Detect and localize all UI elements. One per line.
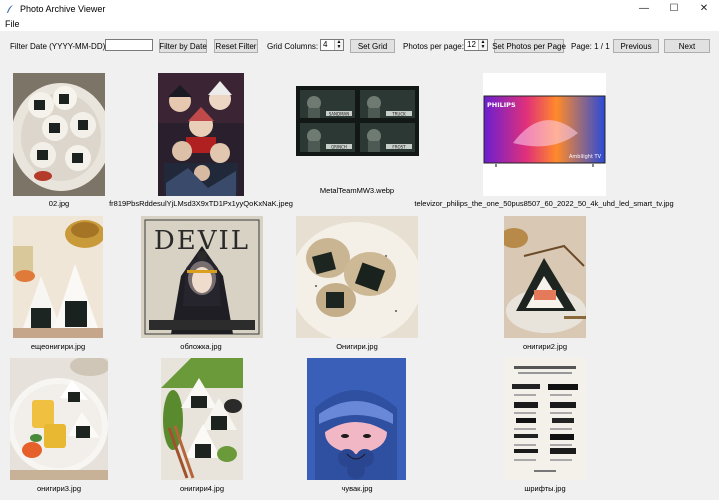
photo-caption: televizor_philips_the_one_50pus8507_60_2… [414,199,674,208]
title-bar: Photo Archive Viewer — ☐ ✕ [0,0,719,17]
photo-thumbnail[interactable]: DEVIL [141,216,263,338]
filter-date-input[interactable] [105,39,153,51]
photo-thumbnail[interactable] [296,216,418,338]
thumb-label: SANDMAN [329,111,350,116]
photo-caption: fr819PbsRddesulYjLMsd3X9xTD1Px1yyQoKxNaK… [109,199,293,208]
thumb-label: GRINCH [331,144,347,149]
spin-arrows-icon[interactable]: ▲ ▼ [334,40,343,50]
photo-caption: онигири4.jpg [179,484,225,493]
thumb-label: FROST [392,144,406,149]
photos-per-page-spinbox[interactable]: 12 ▲ ▼ [464,39,488,51]
photo-thumbnail[interactable] [504,216,586,338]
photo-thumbnail[interactable]: PHILIPS Ambilight TV [483,73,606,196]
minimize-button[interactable]: — [629,0,659,17]
previous-button[interactable]: Previous [613,39,659,53]
photo-caption: MetalTeamMW3.webp [319,186,395,195]
menu-bar: File [0,17,719,31]
photo-thumbnail[interactable] [161,358,243,480]
grid-columns-spinbox[interactable]: 4 ▲ ▼ [320,39,344,51]
thumb-label: PHILIPS [487,101,516,109]
photo-thumbnail[interactable] [13,73,105,196]
photo-caption: онигири2.jpg [522,342,568,351]
reset-filter-button[interactable]: Reset Filter [214,39,258,53]
maximize-button[interactable]: ☐ [659,0,689,17]
set-grid-button[interactable]: Set Grid [350,39,395,53]
filter-by-date-button[interactable]: Filter by Date [159,39,207,53]
photo-thumbnail[interactable] [504,358,586,480]
next-button[interactable]: Next [664,39,710,53]
photo-thumbnail[interactable] [10,358,108,480]
photos-per-page-value: 12 [467,40,476,49]
filter-date-label: Filter Date (YYYY-MM-DD): [10,42,108,51]
spin-arrows-icon[interactable]: ▲ ▼ [478,40,487,50]
close-button[interactable]: ✕ [689,0,719,17]
menu-file[interactable]: File [5,19,20,29]
photos-per-page-label: Photos per page: [403,42,464,51]
page-info: Page: 1 / 1 [571,42,610,51]
photo-caption: ещеонигири.jpg [30,342,86,351]
toolbar: Filter Date (YYYY-MM-DD): Filter by Date… [0,35,719,57]
thumb-label: Ambilight TV [569,154,602,160]
photo-caption: онигири3.jpg [36,484,82,493]
grid-columns-label: Grid Columns: [267,42,319,51]
photo-caption: Онигири.jpg [336,342,378,351]
photo-caption: 02.jpg [48,199,70,208]
grid-columns-value: 4 [323,40,328,49]
photo-caption: шрифты.jpg [524,484,566,493]
set-photos-per-page-button[interactable]: Set Photos per Page [492,39,566,53]
photo-thumbnail[interactable] [13,216,103,338]
feather-icon [7,4,13,13]
photo-thumbnail[interactable]: SANDMAN TRUCK GRINCH FROST [296,86,419,156]
thumb-label: TRUCK [391,111,406,116]
photo-caption: чувак.jpg [341,484,373,493]
photo-thumbnail[interactable] [158,73,244,196]
window-title: Photo Archive Viewer [20,3,106,14]
photo-thumbnail[interactable] [307,358,406,480]
photo-caption: обложка.jpg [180,342,222,351]
